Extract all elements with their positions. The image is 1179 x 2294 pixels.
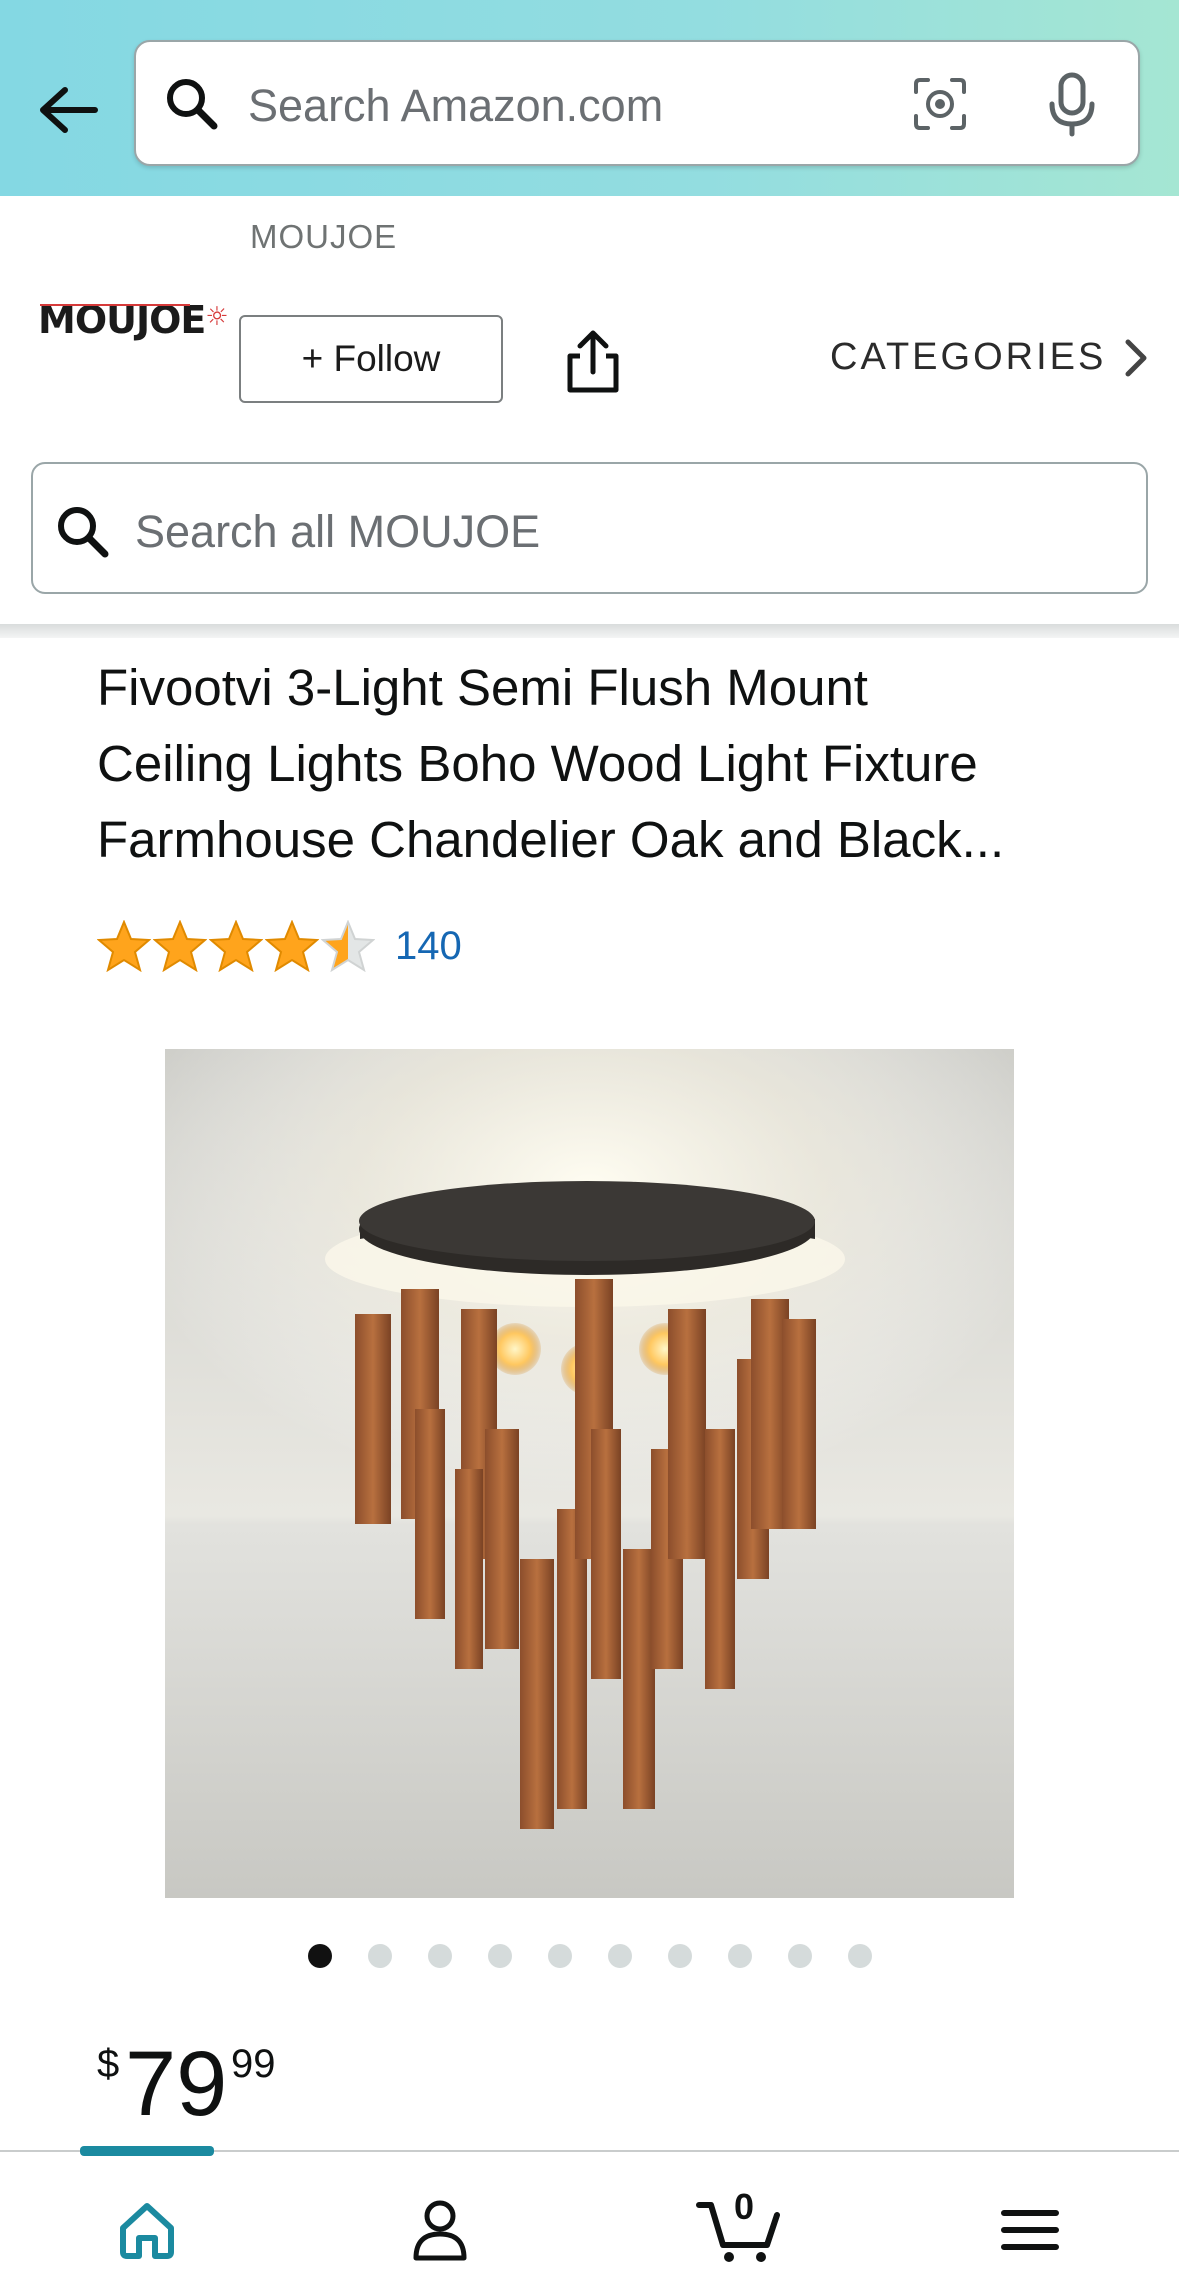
- share-icon[interactable]: [562, 328, 624, 396]
- menu-icon: [1001, 2210, 1059, 2250]
- carousel-dot[interactable]: [308, 1944, 332, 1968]
- search-icon: [58, 507, 109, 558]
- product-title[interactable]: Fivootvi 3-Light Semi Flush Mount Ceilin…: [97, 650, 1107, 878]
- nav-home-button[interactable]: [97, 2190, 197, 2270]
- carousel-dot[interactable]: [428, 1944, 452, 1968]
- rating-row[interactable]: 140: [97, 920, 462, 972]
- half-star-icon: [321, 920, 375, 972]
- product-image[interactable]: [165, 1049, 1014, 1898]
- rating-count-link[interactable]: 140: [395, 924, 462, 969]
- carousel-dot[interactable]: [788, 1944, 812, 1968]
- carousel-dot[interactable]: [488, 1944, 512, 1968]
- categories-label: CATEGORIES: [830, 336, 1107, 378]
- search-input[interactable]: Search Amazon.com: [248, 80, 663, 132]
- ceiling-light-image: [165, 1049, 1014, 1898]
- price-whole: 79: [125, 2033, 228, 2135]
- microphone-icon[interactable]: [1048, 72, 1096, 138]
- store-brand-label: MOUJOE: [250, 218, 398, 255]
- store-logo[interactable]: MOUJOE☼: [38, 298, 229, 348]
- search-bar[interactable]: Search Amazon.com: [134, 40, 1140, 166]
- star-icon: [265, 920, 319, 972]
- bottom-nav-bar: 0: [0, 2146, 1179, 2294]
- carousel-dot[interactable]: [848, 1944, 872, 1968]
- product-title-line: Farmhouse Chandelier Oak and Black...: [97, 811, 1005, 868]
- carousel-dot[interactable]: [368, 1944, 392, 1968]
- active-tab-indicator: [80, 2146, 214, 2156]
- price-currency: $: [97, 2042, 120, 2086]
- store-search-bar[interactable]: Search all MOUJOE: [31, 462, 1148, 594]
- logo-accent-line: [40, 304, 190, 306]
- cart-count: 0: [734, 2186, 755, 2227]
- follow-button[interactable]: + Follow: [239, 315, 503, 403]
- section-divider: [0, 624, 1179, 638]
- carousel-dot[interactable]: [548, 1944, 572, 1968]
- home-icon: [120, 2203, 174, 2259]
- carousel-dot[interactable]: [668, 1944, 692, 1968]
- nav-cart-button[interactable]: 0: [690, 2186, 790, 2270]
- price-fraction: 99: [231, 2042, 276, 2086]
- product-title-line: Ceiling Lights Boho Wood Light Fixture: [97, 735, 978, 792]
- star-rating: [97, 920, 375, 972]
- chevron-right-icon: [1125, 339, 1147, 376]
- back-arrow-icon: [40, 87, 98, 133]
- nav-menu-button[interactable]: [980, 2190, 1080, 2270]
- camera-scan-icon[interactable]: [912, 76, 968, 132]
- image-carousel-indicator[interactable]: [308, 1944, 872, 1968]
- star-icon: [153, 920, 207, 972]
- nav-account-button[interactable]: [390, 2190, 490, 2270]
- account-icon: [413, 2200, 467, 2261]
- header-bar: Search Amazon.com: [0, 0, 1179, 196]
- star-icon: [209, 920, 263, 972]
- store-search-input[interactable]: Search all MOUJOE: [135, 506, 540, 558]
- categories-link[interactable]: CATEGORIES: [830, 336, 1148, 379]
- star-icon: [97, 920, 151, 972]
- sun-icon: ☼: [205, 302, 228, 332]
- back-button[interactable]: [28, 70, 108, 150]
- carousel-dot[interactable]: [728, 1944, 752, 1968]
- search-icon: [167, 79, 218, 130]
- product-title-line: Fivootvi 3-Light Semi Flush Mount: [97, 659, 868, 716]
- carousel-dot[interactable]: [608, 1944, 632, 1968]
